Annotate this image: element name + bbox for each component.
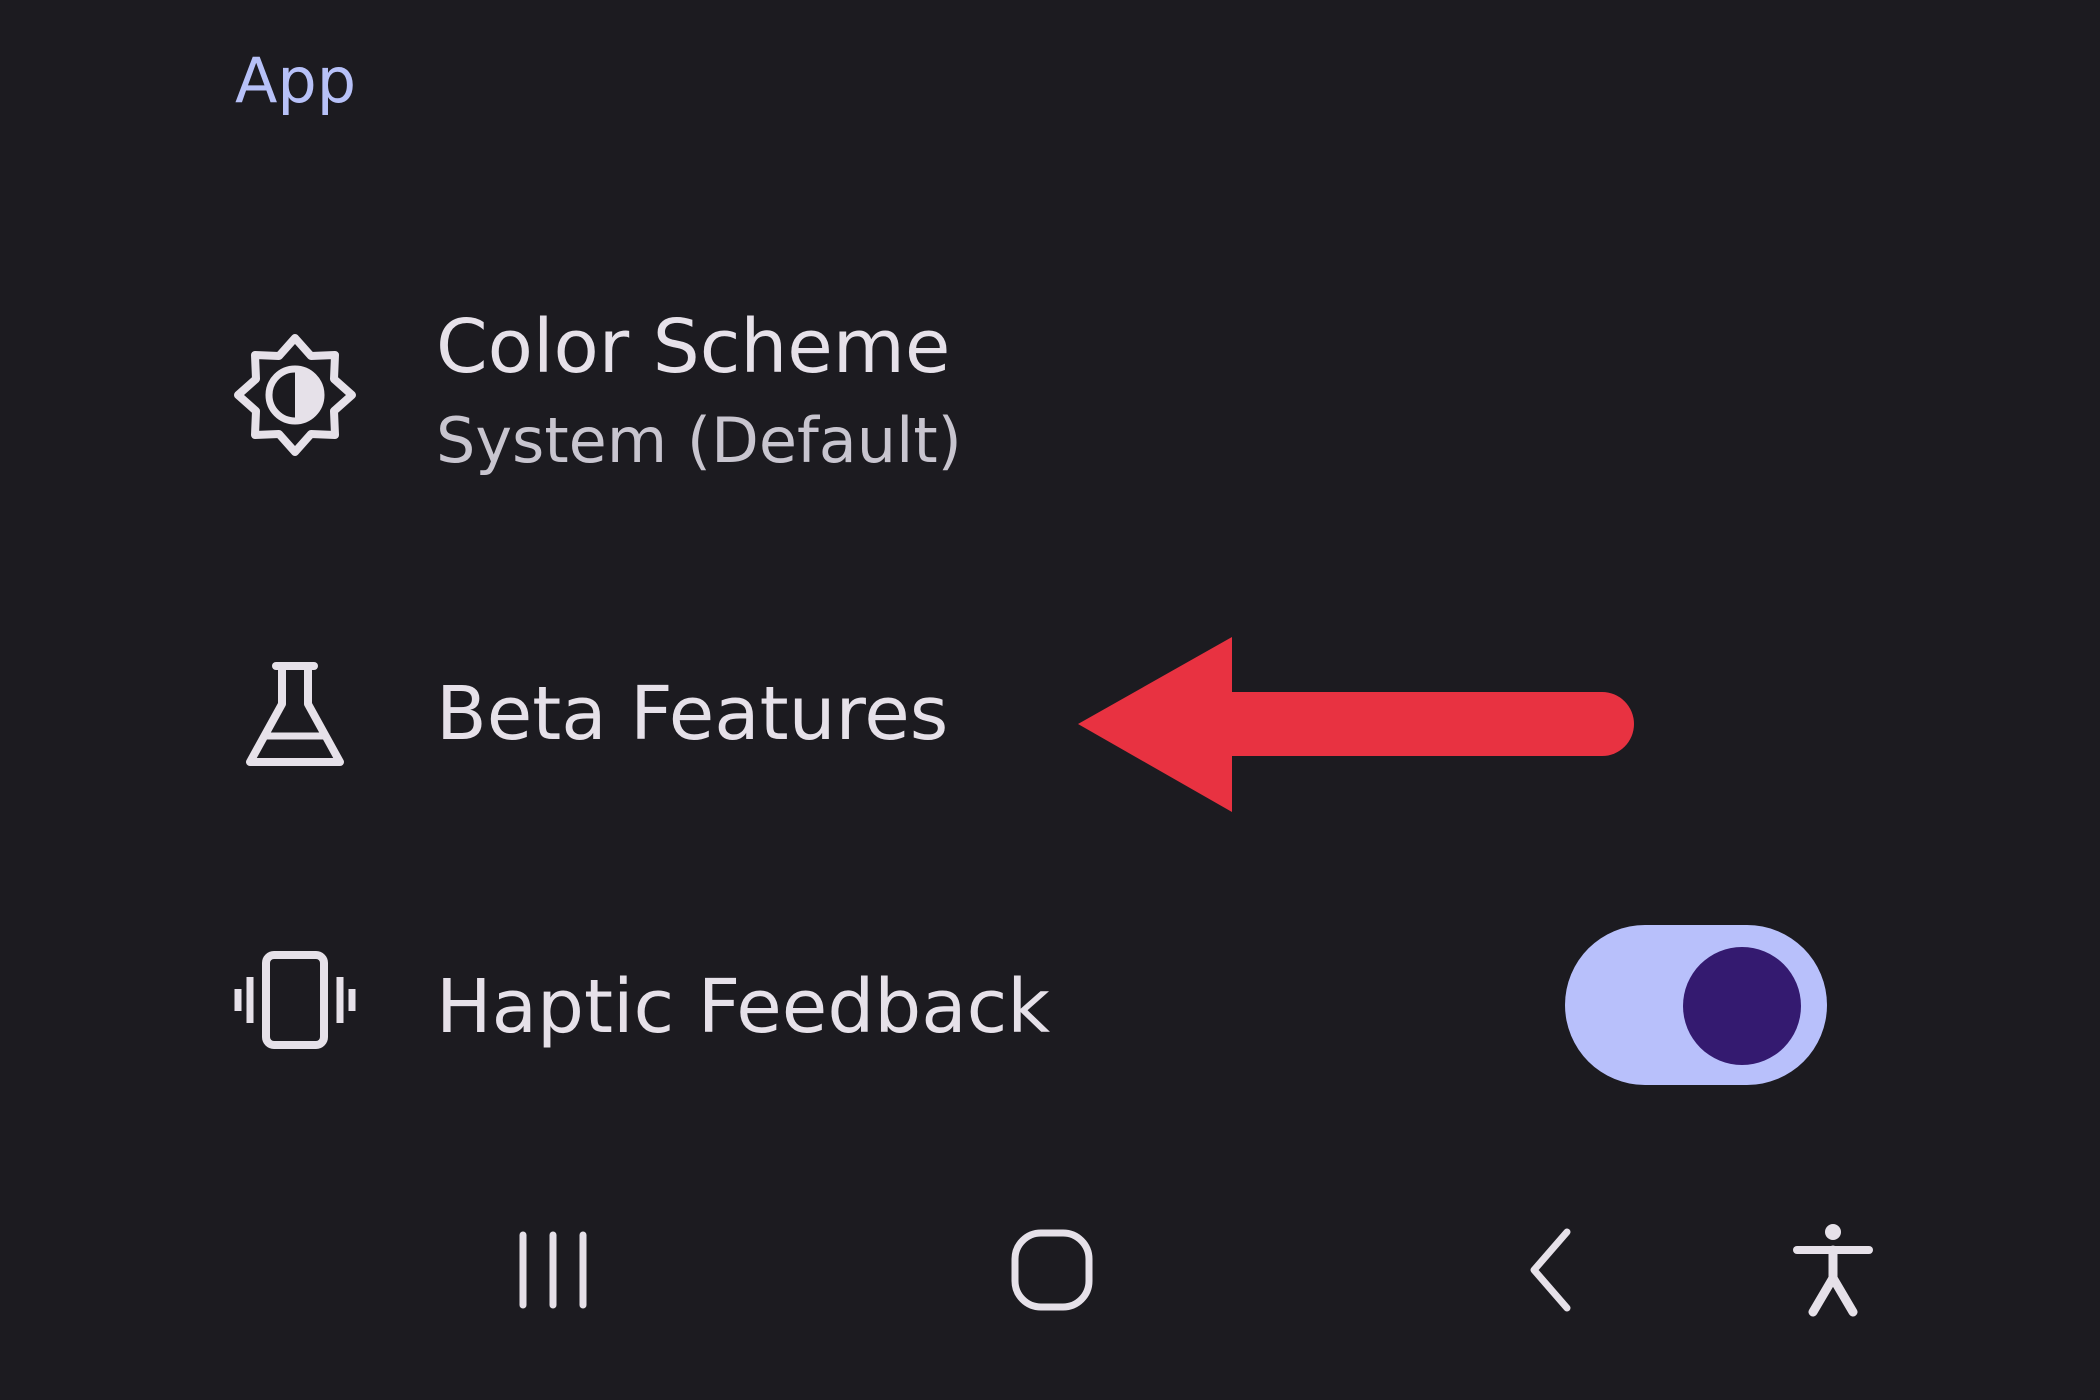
recent-apps-icon[interactable]: [478, 1205, 628, 1335]
home-icon[interactable]: [977, 1205, 1127, 1335]
annotation-arrow: [1078, 637, 1634, 812]
settings-screen: App Color Scheme System (Default) Beta F…: [0, 0, 2100, 1400]
accessibility-icon[interactable]: [1758, 1205, 1908, 1335]
back-icon[interactable]: [1477, 1205, 1627, 1335]
